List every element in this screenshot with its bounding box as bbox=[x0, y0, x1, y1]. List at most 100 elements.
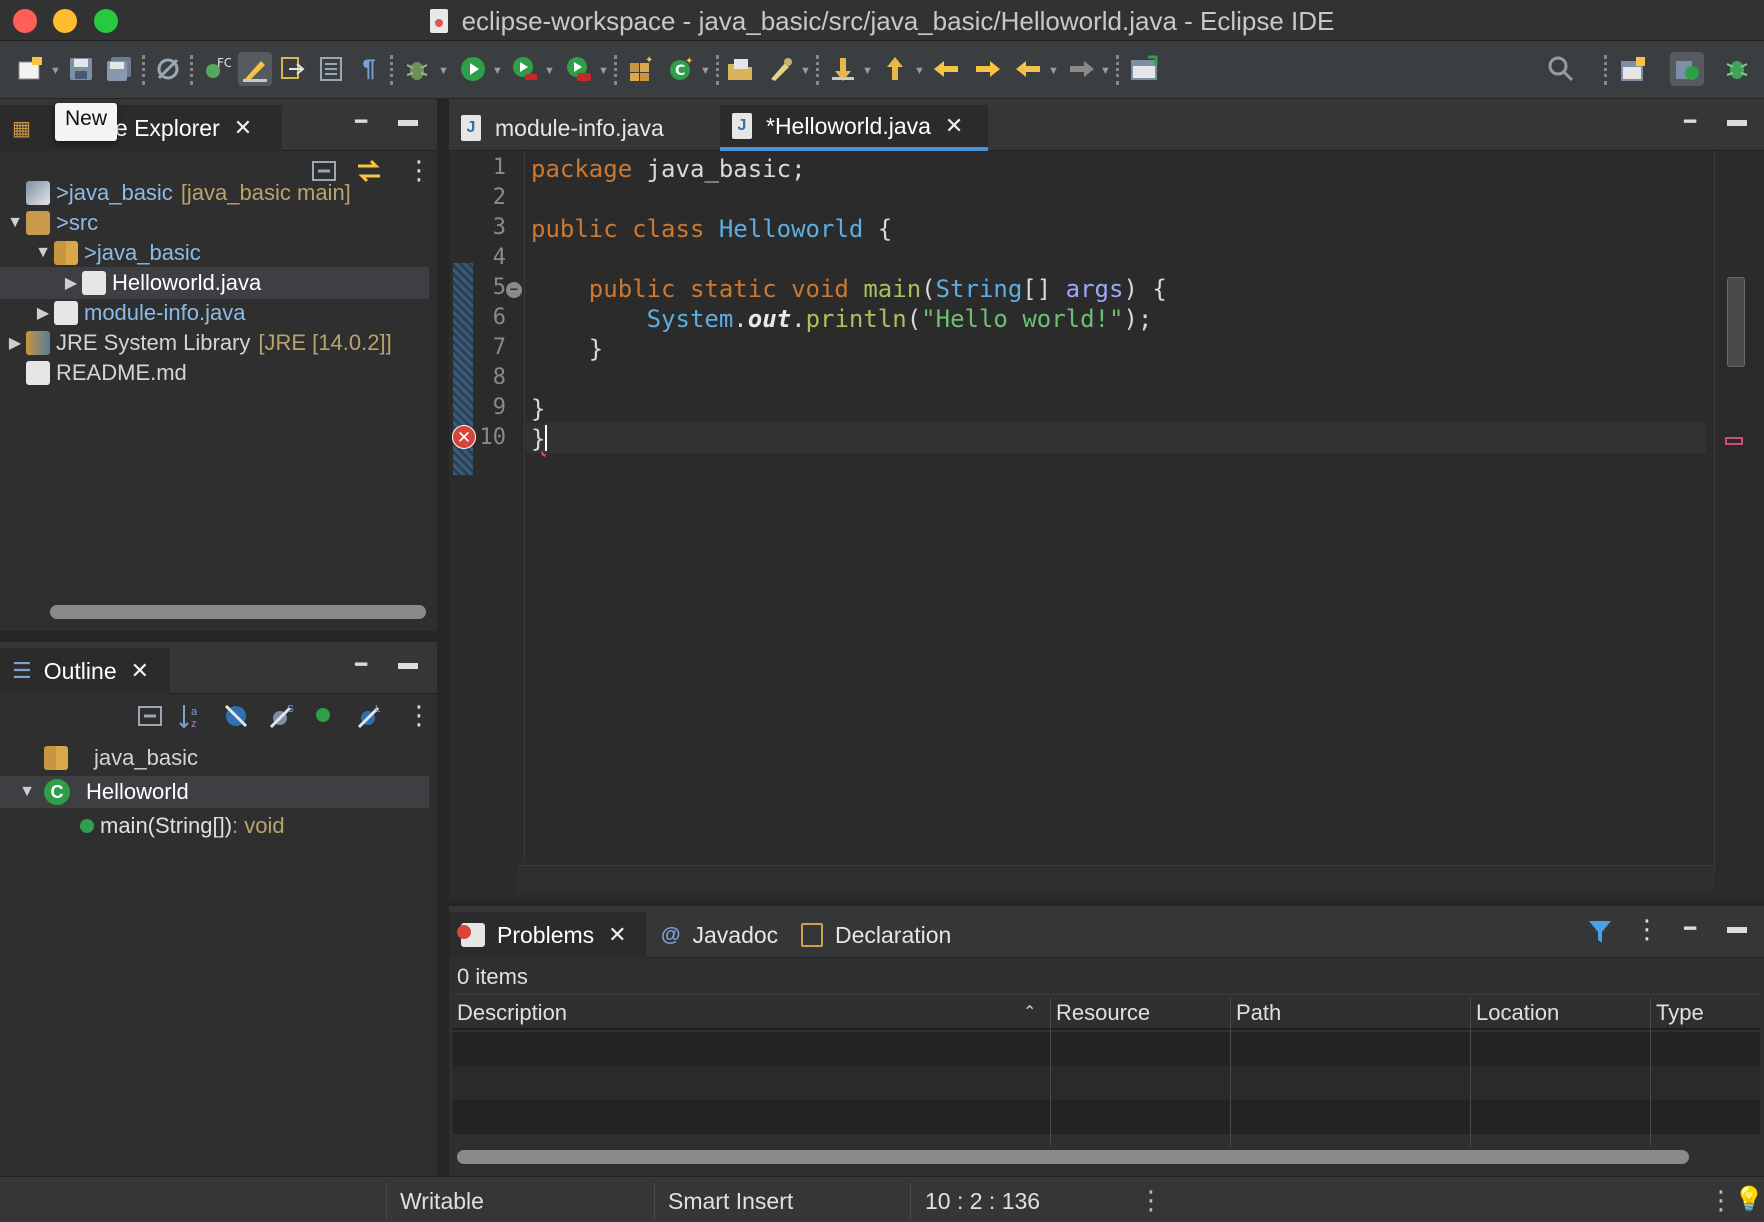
column-header-location[interactable]: Location bbox=[1476, 996, 1559, 1030]
panel-sash[interactable] bbox=[449, 899, 1764, 906]
expand-twisty-icon[interactable]: ▶ bbox=[4, 333, 26, 353]
open-perspective-icon[interactable] bbox=[1616, 52, 1650, 86]
column-header-description[interactable]: Description bbox=[457, 996, 567, 1030]
new-java-package-icon[interactable]: ✦ bbox=[624, 52, 658, 86]
show-whitespace-icon[interactable]: ¶ bbox=[352, 52, 386, 86]
close-icon[interactable]: ✕ bbox=[131, 658, 149, 684]
close-icon[interactable]: ✕ bbox=[945, 113, 963, 139]
skip-breakpoints-icon[interactable] bbox=[151, 52, 185, 86]
expand-twisty-icon[interactable]: ▶ bbox=[60, 273, 82, 293]
close-icon[interactable]: ✕ bbox=[608, 922, 626, 948]
open-console-icon[interactable] bbox=[1128, 52, 1162, 86]
filter-icon[interactable] bbox=[1587, 918, 1613, 951]
maximize-icon[interactable]: ▬ bbox=[398, 109, 418, 132]
expand-twisty-icon[interactable]: ▼ bbox=[16, 783, 38, 801]
code-area[interactable]: package java_basic; public class Hellowo… bbox=[449, 151, 1709, 861]
panel-sash[interactable] bbox=[437, 99, 449, 1176]
sort-icon[interactable]: az bbox=[178, 702, 206, 735]
back-icon[interactable] bbox=[1012, 52, 1046, 86]
status-drag-handle-icon[interactable]: ⋮ bbox=[1708, 1185, 1734, 1216]
outline-item-package[interactable]: java_basic bbox=[44, 742, 429, 774]
tab-declaration[interactable]: Declaration bbox=[789, 912, 963, 958]
tree-item[interactable]: ▶ JRE System Library [JRE [14.0.2]] bbox=[0, 327, 429, 359]
toggle-mark-occurrences-icon[interactable] bbox=[238, 52, 272, 86]
run-coverage-icon[interactable] bbox=[508, 52, 542, 86]
tree-item[interactable]: ▶ Helloworld.java bbox=[0, 267, 429, 299]
new-java-class-icon[interactable]: C ✦ bbox=[664, 52, 698, 86]
hide-fields-icon[interactable] bbox=[222, 702, 250, 735]
save-icon[interactable] bbox=[64, 52, 98, 86]
outline-item-method[interactable]: main(String[]) : void bbox=[80, 810, 429, 842]
forward-icon[interactable] bbox=[1064, 52, 1098, 86]
minimize-icon[interactable]: ━ bbox=[355, 109, 367, 134]
status-insert-mode[interactable]: Smart Insert bbox=[668, 1188, 793, 1215]
column-header-path[interactable]: Path bbox=[1236, 996, 1281, 1030]
tab-outline[interactable]: ☰ Outline ✕ bbox=[0, 648, 170, 694]
java-perspective-icon[interactable] bbox=[1670, 52, 1704, 86]
collapse-twisty-icon[interactable]: ▼ bbox=[4, 214, 26, 232]
collapse-all-icon[interactable] bbox=[136, 702, 164, 735]
search-pen-icon[interactable] bbox=[764, 52, 798, 86]
tree-item-label: module-info.java bbox=[84, 300, 246, 325]
tab-module-info[interactable]: J module-info.java bbox=[449, 105, 717, 151]
open-type-icon[interactable]: FC bbox=[200, 52, 234, 86]
tree-item[interactable]: README.md bbox=[0, 357, 429, 389]
next-annotation-icon[interactable] bbox=[826, 52, 860, 86]
horizontal-scrollbar[interactable] bbox=[50, 605, 426, 619]
status-drag-handle-icon[interactable]: ⋮ bbox=[1138, 1185, 1164, 1216]
debug-perspective-icon[interactable] bbox=[1720, 52, 1754, 86]
tree-item[interactable]: ▶ module-info.java bbox=[0, 297, 429, 329]
minimize-icon[interactable]: ━ bbox=[1684, 916, 1696, 941]
tab-package-explorer[interactable]: ▦ e Explorer ✕ bbox=[0, 105, 282, 151]
maximize-icon[interactable]: ▬ bbox=[1727, 109, 1747, 132]
column-header-type[interactable]: Type bbox=[1656, 996, 1704, 1030]
run-icon[interactable] bbox=[456, 52, 490, 86]
close-icon[interactable]: ✕ bbox=[234, 115, 252, 141]
external-tools-icon[interactable] bbox=[562, 52, 596, 86]
error-overview-marker[interactable] bbox=[1725, 437, 1743, 445]
debug-icon[interactable] bbox=[400, 52, 434, 86]
view-menu-icon[interactable]: ⋮ bbox=[406, 700, 432, 731]
lightbulb-icon[interactable]: 💡 bbox=[1734, 1185, 1764, 1214]
tab-label: *Helloworld.java bbox=[766, 112, 931, 139]
svg-text:✦: ✦ bbox=[685, 56, 693, 67]
tree-item[interactable]: ▼ > java_basic bbox=[0, 237, 429, 269]
vertical-scrollbar-thumb[interactable] bbox=[1727, 277, 1745, 367]
minimize-icon[interactable]: ━ bbox=[1684, 109, 1696, 134]
horizontal-scrollbar[interactable] bbox=[457, 1150, 1689, 1164]
status-cursor-position[interactable]: 10 : 2 : 136 bbox=[925, 1188, 1040, 1215]
column-header-resource[interactable]: Resource bbox=[1056, 996, 1150, 1030]
last-edit-icon[interactable] bbox=[930, 52, 964, 86]
collapse-twisty-icon[interactable]: ▼ bbox=[32, 244, 54, 262]
tab-helloworld[interactable]: J *Helloworld.java ✕ bbox=[720, 105, 988, 151]
tab-problems[interactable]: Problems ✕ bbox=[449, 912, 646, 958]
save-all-icon[interactable] bbox=[102, 52, 136, 86]
maximize-icon[interactable]: ▬ bbox=[1727, 916, 1747, 939]
new-icon[interactable] bbox=[14, 52, 48, 86]
tooltip: New bbox=[55, 103, 118, 141]
class-icon: C bbox=[44, 779, 70, 805]
tab-javadoc[interactable]: @ Javadoc bbox=[649, 912, 790, 958]
open-folder-icon[interactable] bbox=[724, 52, 758, 86]
hide-static-icon[interactable]: S bbox=[268, 702, 296, 735]
panel-sash[interactable] bbox=[0, 631, 437, 642]
hide-local-types-icon[interactable]: L bbox=[356, 702, 384, 735]
tree-item[interactable]: ▼ > src bbox=[0, 207, 429, 239]
tree-item[interactable]: > java_basic [java_basic main] bbox=[0, 177, 429, 209]
search-icon[interactable] bbox=[1544, 52, 1578, 86]
horizontal-scroll-area[interactable] bbox=[517, 865, 1714, 893]
toggle-block-selection-icon[interactable] bbox=[276, 52, 310, 86]
previous-annotation-icon[interactable] bbox=[878, 52, 912, 86]
text-cursor bbox=[545, 425, 548, 451]
outline-item-class[interactable]: ▼ C Helloworld bbox=[0, 776, 429, 808]
window-title-container: eclipse-workspace - java_basic/src/java_… bbox=[0, 6, 1764, 37]
sort-ascending-icon[interactable]: ⌃ bbox=[1023, 1002, 1036, 1022]
toggle-word-wrap-icon[interactable] bbox=[314, 52, 348, 86]
view-menu-icon[interactable]: ⋮ bbox=[1634, 914, 1660, 945]
forward-history-icon[interactable] bbox=[970, 52, 1004, 86]
expand-twisty-icon[interactable]: ▶ bbox=[32, 303, 54, 323]
overview-ruler[interactable] bbox=[1714, 151, 1764, 871]
hide-non-public-icon[interactable] bbox=[316, 708, 330, 722]
maximize-icon[interactable]: ▬ bbox=[398, 652, 418, 675]
minimize-icon[interactable]: ━ bbox=[355, 652, 367, 677]
